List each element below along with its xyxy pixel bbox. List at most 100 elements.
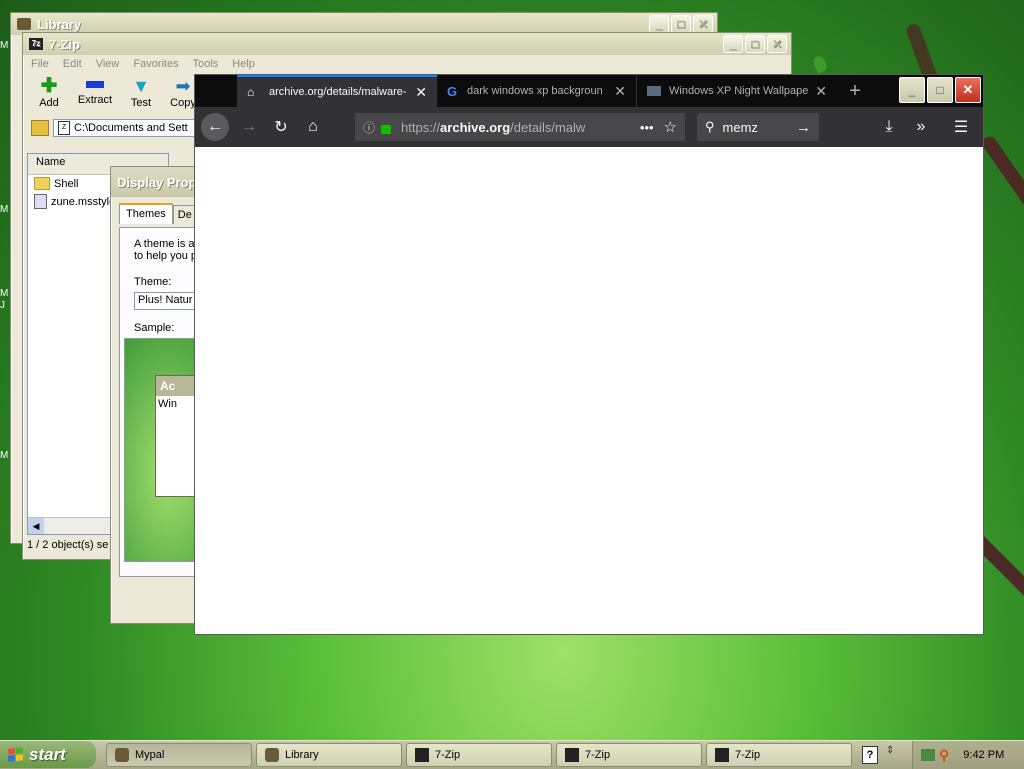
library-icon (265, 748, 279, 762)
network-icon[interactable] (921, 749, 935, 761)
bookmark-star-icon[interactable]: ☆ (664, 118, 677, 136)
taskbar-button-label: 7-Zip (585, 749, 611, 761)
mypal-icon (115, 748, 129, 762)
search-input[interactable]: memz (723, 120, 796, 135)
download-icon[interactable]: ⤓ (873, 118, 905, 136)
minimize-button[interactable]: _ (723, 35, 743, 53)
google-icon: G (447, 83, 458, 99)
expand-tray-icon[interactable]: ⇕ (886, 745, 894, 756)
sevenzip-icon (715, 748, 729, 762)
tab-bar-spacer (195, 75, 237, 107)
tab-google-search[interactable]: G dark windows xp backgroun ✕ (437, 75, 637, 107)
menu-file[interactable]: File (31, 58, 49, 70)
system-tray: ⚲ 9:42 PM (912, 741, 1024, 769)
taskbar-button-label: Library (285, 749, 319, 761)
forward-icon[interactable]: → (233, 118, 265, 136)
sevenzip-icon (415, 748, 429, 762)
close-tab-icon[interactable]: ✕ (415, 84, 427, 101)
window-title: Display Prop (117, 174, 197, 190)
search-icon: ⚲ (705, 119, 715, 134)
clock[interactable]: 9:42 PM (963, 749, 1004, 761)
search-bar[interactable]: ⚲ memz → (697, 113, 819, 141)
window-title: Library (37, 16, 82, 32)
sevenzip-titlebar[interactable]: 7z 7-Zip _ □ ✕ (23, 33, 791, 55)
desktop-icon-label[interactable]: M (0, 204, 8, 215)
tab-archive[interactable]: ⌂ archive.org/details/malware- ✕ (237, 75, 437, 107)
taskbar-button-7zip[interactable]: 7-Zip (706, 743, 852, 767)
window-title: 7-Zip (49, 36, 81, 52)
minus-icon (86, 81, 104, 88)
menu-tools[interactable]: Tools (193, 58, 219, 70)
checkmark-icon: ▼ (132, 76, 150, 96)
taskbar-button-library[interactable]: Library (256, 743, 402, 767)
menu-edit[interactable]: Edit (63, 58, 82, 70)
close-window-button[interactable]: ✕ (955, 77, 981, 103)
taskbar-button-mypal[interactable]: Mypal (106, 743, 252, 767)
archive-icon: Z (58, 121, 70, 135)
taskbar-button-label: 7-Zip (735, 749, 761, 761)
close-tab-icon[interactable]: ✕ (614, 83, 626, 100)
home-icon[interactable]: ⌂ (297, 118, 329, 136)
tab-themes[interactable]: Themes (119, 203, 173, 224)
plus-icon: ✚ (40, 75, 58, 97)
add-label: Add (39, 97, 59, 109)
scroll-left-icon[interactable]: ◀ (28, 518, 44, 534)
page-actions-icon[interactable]: ••• (640, 120, 654, 135)
file-icon (34, 194, 47, 209)
taskbar-button-7zip[interactable]: 7-Zip (406, 743, 552, 767)
maximize-button[interactable]: □ (671, 15, 691, 33)
add-button[interactable]: ✚ Add (31, 75, 67, 115)
app-icon (17, 18, 31, 30)
windows-logo-icon (8, 747, 23, 762)
overflow-chevron-icon[interactable]: » (905, 118, 937, 136)
maximize-button[interactable]: □ (745, 35, 765, 53)
start-button[interactable]: start (0, 741, 96, 768)
info-icon[interactable]: ⓘ (363, 119, 375, 136)
menu-view[interactable]: View (96, 58, 120, 70)
leaf-icon (810, 54, 830, 74)
tab-bar: ⌂ archive.org/details/malware- ✕ G dark … (195, 75, 983, 107)
menu-bar: File Edit View Favorites Tools Help (23, 55, 791, 73)
menu-help[interactable]: Help (232, 58, 255, 70)
page-content[interactable] (195, 147, 983, 634)
browser-window[interactable]: ⌂ archive.org/details/malware- ✕ G dark … (194, 74, 984, 635)
tab-wallpaper[interactable]: Windows XP Night Wallpape ✕ (637, 75, 837, 107)
file-name: Shell (54, 177, 79, 190)
url-path: /details/malw (510, 119, 586, 135)
taskbar-button-label: 7-Zip (435, 749, 461, 761)
taskbar: start Mypal Library 7-Zip 7-Zip 7-Zip ? … (0, 740, 1024, 769)
search-tray-icon[interactable]: ⚲ (939, 747, 949, 764)
status-bar: 1 / 2 object(s) se (27, 539, 109, 551)
close-button[interactable]: ✕ (767, 35, 787, 53)
desktop-icon-label[interactable]: J (0, 300, 5, 311)
sevenzip-icon (565, 748, 579, 762)
minimize-button[interactable]: _ (899, 77, 925, 103)
menu-favorites[interactable]: Favorites (133, 58, 178, 70)
test-button[interactable]: ▼ Test (123, 75, 159, 115)
page-icon (647, 86, 661, 96)
desktop-icon-label[interactable]: M (0, 288, 8, 299)
help-icon[interactable]: ? (862, 746, 878, 764)
extract-button[interactable]: Extract (73, 75, 117, 115)
maximize-button[interactable]: □ (927, 77, 953, 103)
taskbar-button-7zip[interactable]: 7-Zip (556, 743, 702, 767)
navigation-toolbar: ← → ↻ ⌂ ⓘ https:// archive.org /details/… (195, 107, 983, 147)
new-tab-button[interactable]: + (837, 75, 873, 107)
search-go-icon[interactable]: → (796, 119, 811, 136)
close-button[interactable]: ✕ (693, 15, 713, 33)
close-tab-icon[interactable]: ✕ (815, 83, 827, 100)
tab-label: Windows XP Night Wallpape (669, 85, 809, 97)
archive-icon: ⌂ (247, 85, 255, 99)
taskbar-button-label: Mypal (135, 749, 165, 761)
desktop-icon-label[interactable]: M (0, 450, 8, 461)
tab-label: dark windows xp backgroun (467, 85, 603, 97)
tab-label: archive.org/details/malware- (269, 86, 407, 98)
start-label: start (29, 744, 66, 764)
minimize-button[interactable]: _ (649, 15, 669, 33)
desktop-icon-label[interactable]: M (0, 40, 8, 51)
url-bar[interactable]: ⓘ https:// archive.org /details/malw •••… (355, 113, 685, 141)
up-folder-icon[interactable] (31, 120, 49, 136)
reload-icon[interactable]: ↻ (265, 117, 297, 137)
hamburger-menu-icon[interactable]: ☰ (945, 117, 977, 137)
back-icon[interactable]: ← (201, 113, 229, 141)
